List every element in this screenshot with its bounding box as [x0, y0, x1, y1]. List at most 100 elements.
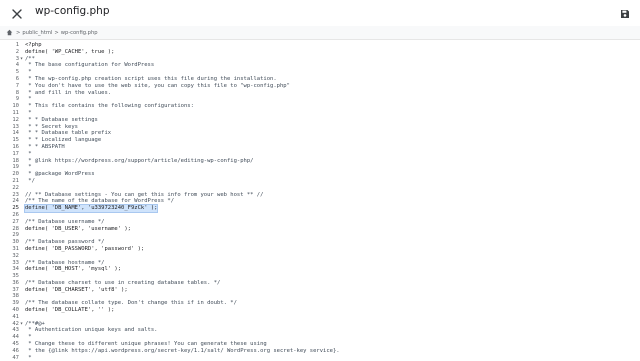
code-line[interactable]: 5 *	[0, 69, 640, 76]
code-line[interactable]: 3 ▾/**	[0, 56, 640, 63]
code-text[interactable]: *	[25, 355, 31, 361]
code-text[interactable]: /** Database password */	[25, 239, 104, 246]
code-text[interactable]: define( 'DB_HOST', 'mysql' );	[25, 266, 121, 273]
code-text[interactable]: define( 'DB_COLLATE', '' );	[25, 307, 114, 314]
code-text[interactable]: * Change these to different unique phras…	[25, 341, 266, 348]
code-text[interactable]: /** Database charset to use in creating …	[25, 280, 220, 287]
code-text[interactable]: define( 'DB_CHARSET', 'utf8' );	[25, 287, 128, 294]
code-line[interactable]: 32	[0, 253, 640, 260]
code-line[interactable]: 35	[0, 273, 640, 280]
code-line[interactable]: 38	[0, 293, 640, 300]
code-line[interactable]: 1 <?php	[0, 42, 640, 49]
code-text[interactable]: *	[25, 164, 31, 171]
code-line[interactable]: 17 *	[0, 151, 640, 158]
code-text[interactable]: *	[25, 96, 31, 103]
code-text[interactable]: *	[25, 334, 31, 341]
code-text[interactable]: /**	[25, 56, 35, 63]
breadcrumb-item-public-html[interactable]: public_html	[22, 30, 52, 36]
code-line[interactable]: 7 * You don't have to use the web site, …	[0, 83, 640, 90]
code-text[interactable]: * @package WordPress	[25, 171, 94, 178]
code-text[interactable]: /** The database collate type. Don't cha…	[25, 300, 237, 307]
code-line[interactable]: 42 ▾/**#@+	[0, 321, 640, 328]
close-button[interactable]	[8, 4, 26, 22]
code-line[interactable]: 10 * This file contains the following co…	[0, 103, 640, 110]
chevron-right-icon: >	[54, 29, 59, 36]
fold-toggle-icon[interactable]: ▾	[19, 56, 24, 63]
code-line[interactable]: 4 * The base configuration for WordPress	[0, 62, 640, 69]
code-text[interactable]: define( 'DB_USER', 'username' );	[25, 226, 131, 233]
code-line[interactable]: 29	[0, 232, 640, 239]
code-text[interactable]: * * Secret keys	[25, 124, 78, 131]
code-text[interactable]: * * Localized language	[25, 137, 101, 144]
code-text[interactable]: */	[25, 178, 35, 185]
code-line[interactable]: 34 define( 'DB_HOST', 'mysql' );	[0, 266, 640, 273]
code-text[interactable]: *	[25, 69, 31, 76]
code-line[interactable]: 23 // ** Database settings - You can get …	[0, 192, 640, 199]
code-text[interactable]: * * Database table prefix	[25, 130, 111, 137]
code-line[interactable]: 28 define( 'DB_USER', 'username' );	[0, 226, 640, 233]
code-line[interactable]: 13 * * Secret keys	[0, 124, 640, 131]
code-line[interactable]: 33 /** Database hostname */	[0, 260, 640, 267]
code-text[interactable]: * the {@link https://api.wordpress.org/s…	[25, 348, 339, 355]
code-line[interactable]: 8 * and fill in the values.	[0, 90, 640, 97]
code-line[interactable]: 39 /** The database collate type. Don't c…	[0, 300, 640, 307]
code-text[interactable]: define( 'WP_CACHE', true );	[25, 49, 114, 56]
code-text[interactable]: *	[25, 110, 31, 117]
line-number: 45	[12, 341, 19, 348]
code-text[interactable]: * and fill in the values.	[25, 90, 111, 97]
code-line[interactable]: 12 * * Database settings	[0, 117, 640, 124]
code-text[interactable]: /** Database username */	[25, 219, 104, 226]
code-line[interactable]: 11 *	[0, 110, 640, 117]
code-text[interactable]: * @link https://wordpress.org/support/ar…	[25, 158, 253, 165]
breadcrumb-item-file[interactable]: wp-config.php	[61, 30, 98, 36]
code-line[interactable]: 30 /** Database password */	[0, 239, 640, 246]
code-line[interactable]: 2 define( 'WP_CACHE', true );	[0, 49, 640, 56]
code-text[interactable]: * You don't have to use the web site, yo…	[25, 83, 290, 90]
code-text[interactable]: define( 'DB_PASSWORD', 'password' );	[25, 246, 144, 253]
code-line[interactable]: 41	[0, 314, 640, 321]
code-text[interactable]: * The wp-config.php creation script uses…	[25, 76, 276, 83]
code-text[interactable]: * The base configuration for WordPress	[25, 62, 154, 69]
code-line[interactable]: 26	[0, 212, 640, 219]
code-line[interactable]: 22	[0, 185, 640, 192]
code-text[interactable]: * * ABSPATH	[25, 144, 64, 151]
code-editor[interactable]: 1 <?php 2 define( 'WP_CACHE', true ); 3 ▾/** 4…	[0, 42, 640, 361]
code-line[interactable]: 6 * The wp-config.php creation script us…	[0, 76, 640, 83]
code-line[interactable]: 16 * * ABSPATH	[0, 144, 640, 151]
code-line[interactable]: 15 * * Localized language	[0, 137, 640, 144]
code-line[interactable]: 24 /** The name of the database for WordP…	[0, 198, 640, 205]
code-text[interactable]: <?php	[25, 42, 42, 49]
code-line[interactable]: 45 * Change these to different unique ph…	[0, 341, 640, 348]
code-line[interactable]: 21 */	[0, 178, 640, 185]
code-line[interactable]: 36 /** Database charset to use in creatin…	[0, 280, 640, 287]
code-text[interactable]: * Authentication unique keys and salts.	[25, 327, 157, 334]
line-number: 13	[12, 123, 19, 130]
code-text[interactable]: *	[25, 151, 31, 158]
code-line[interactable]: 20 * @package WordPress	[0, 171, 640, 178]
code-line[interactable]: 40 define( 'DB_COLLATE', '' );	[0, 307, 640, 314]
home-icon[interactable]	[6, 29, 14, 37]
save-button[interactable]	[616, 4, 634, 22]
code-text[interactable]: /**#@+	[25, 321, 45, 328]
code-text[interactable]: // ** Database settings - You can get th…	[25, 192, 263, 199]
code-text[interactable]: /** Database hostname */	[25, 260, 104, 267]
code-line[interactable]: 18 * @link https://wordpress.org/support…	[0, 158, 640, 165]
fold-toggle-icon[interactable]: ▾	[19, 321, 24, 328]
code-line[interactable]: 37 define( 'DB_CHARSET', 'utf8' );	[0, 287, 640, 294]
code-line[interactable]: 25 define( 'DB_NAME', 'u339723240_F9zCk' …	[0, 204, 640, 213]
code-line[interactable]: 31 define( 'DB_PASSWORD', 'password' );	[0, 246, 640, 253]
code-line[interactable]: 19 *	[0, 164, 640, 171]
code-line[interactable]: 46 * the {@link https://api.wordpress.or…	[0, 348, 640, 355]
code-line[interactable]: 9 *	[0, 96, 640, 103]
code-line[interactable]: 47 *	[0, 355, 640, 361]
code-line[interactable]: 14 * * Database table prefix	[0, 130, 640, 137]
code-text[interactable]: * This file contains the following confi…	[25, 103, 194, 110]
code-line[interactable]: 27 /** Database username */	[0, 219, 640, 226]
code-text[interactable]: * * Database settings	[25, 117, 98, 124]
line-number: 11	[12, 109, 19, 116]
breadcrumb: > public_html > wp-config.php	[0, 26, 640, 40]
code-text[interactable]: define( 'DB_NAME', 'u339723240_F9zCk' );	[23, 204, 159, 213]
code-line[interactable]: 43 * Authentication unique keys and salt…	[0, 327, 640, 334]
code-line[interactable]: 44 *	[0, 334, 640, 341]
code-text[interactable]: /** The name of the database for WordPre…	[25, 198, 174, 205]
